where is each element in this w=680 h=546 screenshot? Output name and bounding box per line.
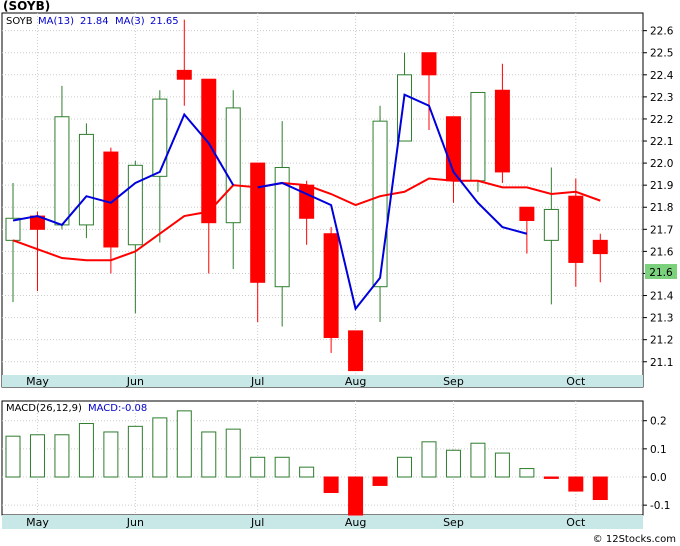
price-tick-label: 21.8 bbox=[650, 202, 673, 214]
price-tick-label: 22.6 bbox=[650, 26, 674, 38]
macd-bar bbox=[176, 410, 192, 478]
macd-bar bbox=[592, 476, 608, 501]
macd-bar bbox=[152, 417, 168, 478]
legend-ma13-value: 21.84 bbox=[80, 16, 109, 27]
macd-month-label: Aug bbox=[345, 516, 366, 529]
candle-body bbox=[348, 330, 364, 372]
macd-tick-label: 0.0 bbox=[650, 472, 667, 484]
macd-bar bbox=[568, 476, 584, 492]
macd-month-label: Oct bbox=[566, 516, 586, 529]
macd-bar bbox=[494, 452, 510, 478]
candle-body bbox=[494, 89, 510, 173]
macd-tick-label: 0.1 bbox=[650, 444, 667, 456]
macd-tick-label: -0.1 bbox=[650, 500, 671, 512]
macd-month-label: May bbox=[26, 516, 49, 529]
candle-body bbox=[299, 184, 315, 219]
candle-body bbox=[568, 195, 584, 263]
price-tick-label: 21.4 bbox=[650, 291, 674, 303]
candle-body bbox=[372, 120, 388, 288]
macd-panel bbox=[1, 400, 644, 516]
macd-month-label: Sep bbox=[443, 516, 464, 529]
candle-body bbox=[54, 116, 70, 226]
candle-body bbox=[592, 239, 608, 255]
price-tick-label: 22.1 bbox=[650, 136, 673, 148]
candle-body bbox=[543, 208, 559, 241]
macd-bar bbox=[201, 431, 217, 478]
candle-body bbox=[127, 164, 143, 246]
macd-bar bbox=[543, 476, 559, 479]
macd-bar bbox=[78, 423, 94, 478]
price-month-label: Jun bbox=[126, 375, 144, 388]
candle-body bbox=[519, 206, 535, 221]
candle-body bbox=[250, 162, 266, 283]
price-tick-label: 22.3 bbox=[650, 92, 673, 104]
macd-bar bbox=[421, 441, 437, 478]
macd-bar bbox=[519, 468, 535, 478]
price-tick-label: 21.9 bbox=[650, 180, 673, 192]
price-tick-label: 21.7 bbox=[650, 224, 673, 236]
candle-body bbox=[176, 69, 192, 80]
macd-month-label: Jun bbox=[126, 516, 144, 529]
macd-bar bbox=[445, 449, 461, 478]
legend-ma13-label: MA(13) bbox=[38, 16, 74, 27]
macd-bar bbox=[29, 434, 45, 478]
macd-bar bbox=[397, 456, 413, 478]
candle-body bbox=[78, 133, 94, 226]
macd-bar bbox=[250, 456, 266, 478]
candle-body bbox=[225, 107, 241, 224]
macd-month-label: Jul bbox=[250, 516, 264, 529]
price-month-label: Oct bbox=[566, 375, 586, 388]
price-tick-label: 21.1 bbox=[650, 357, 673, 369]
price-tick-label: 22.0 bbox=[650, 158, 673, 170]
watermark: © 12Stocks.com bbox=[593, 534, 676, 545]
last-price-label: 21.6 bbox=[649, 267, 673, 279]
legend-ma3-label: MA(3) bbox=[115, 16, 145, 27]
price-month-label: Sep bbox=[443, 375, 464, 388]
macd-bar bbox=[103, 431, 119, 478]
price-tick-label: 22.2 bbox=[650, 114, 673, 126]
macd-bar bbox=[348, 476, 364, 516]
price-month-axis bbox=[2, 375, 643, 387]
chart-title: (SOYB) bbox=[3, 0, 50, 13]
price-tick-label: 21.6 bbox=[650, 246, 674, 258]
candle-body bbox=[421, 52, 437, 76]
macd-bar bbox=[470, 442, 486, 478]
macd-bar bbox=[5, 435, 21, 478]
price-tick-label: 22.5 bbox=[650, 48, 673, 60]
candle-body bbox=[323, 233, 339, 338]
macd-month-axis bbox=[2, 515, 643, 529]
macd-bar bbox=[54, 434, 70, 478]
macd-bar bbox=[299, 466, 315, 478]
price-month-label: Jul bbox=[250, 375, 264, 388]
price-month-label: May bbox=[26, 375, 49, 388]
price-tick-label: 22.4 bbox=[650, 70, 674, 82]
legend-ma3-value: 21.65 bbox=[150, 16, 179, 27]
legend-symbol: SOYB bbox=[6, 16, 33, 27]
macd-bar bbox=[372, 476, 388, 486]
macd-bar bbox=[323, 476, 339, 493]
candle-body bbox=[152, 98, 168, 177]
candle-body bbox=[470, 91, 486, 182]
macd-bar bbox=[127, 425, 143, 478]
macd-bar bbox=[274, 456, 290, 478]
price-month-label: Aug bbox=[345, 375, 366, 388]
candle-body bbox=[5, 217, 21, 241]
price-tick-label: 21.3 bbox=[650, 313, 673, 325]
stock-chart: 21.121.221.321.421.521.621.721.821.922.0… bbox=[1, 0, 677, 545]
price-tick-label: 21.2 bbox=[650, 335, 673, 347]
macd-bar bbox=[225, 428, 241, 478]
macd-tick-label: 0.2 bbox=[650, 416, 667, 428]
macd-legend-value: MACD:-0.08 bbox=[88, 403, 147, 414]
macd-legend-label: MACD(26,12,9) bbox=[6, 403, 82, 414]
